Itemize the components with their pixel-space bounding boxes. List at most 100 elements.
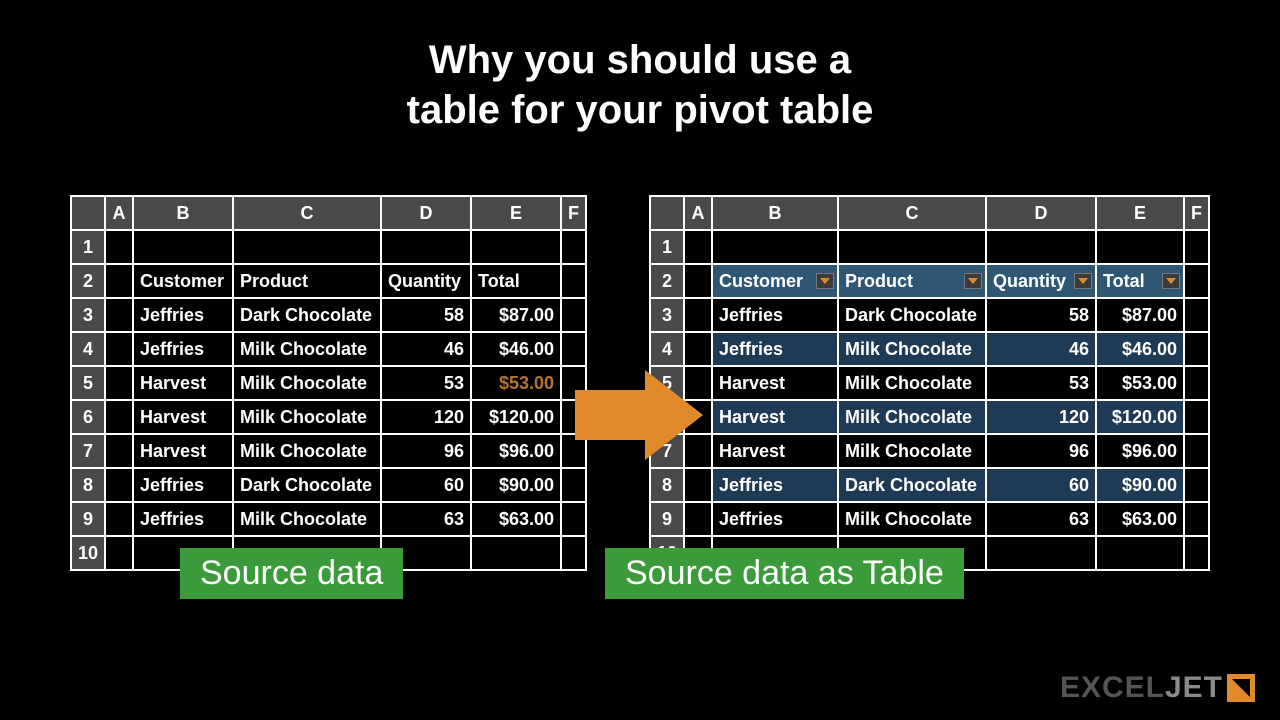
data-cell[interactable]: 58 bbox=[986, 298, 1096, 332]
data-cell[interactable]: Jeffries bbox=[133, 468, 233, 502]
row-header[interactable]: 1 bbox=[71, 230, 105, 264]
label-source-data: Source data bbox=[180, 548, 403, 599]
data-cell[interactable]: Harvest bbox=[133, 434, 233, 468]
col-header[interactable]: F bbox=[561, 196, 586, 230]
data-cell[interactable]: Jeffries bbox=[712, 502, 838, 536]
data-cell[interactable]: Harvest bbox=[712, 400, 838, 434]
table-header-customer[interactable]: Customer bbox=[712, 264, 838, 298]
data-cell[interactable]: Dark Chocolate bbox=[233, 468, 381, 502]
col-header[interactable]: E bbox=[471, 196, 561, 230]
row-header[interactable]: 2 bbox=[71, 264, 105, 298]
data-cell[interactable]: Harvest bbox=[712, 366, 838, 400]
data-cell[interactable]: $53.00 bbox=[471, 366, 561, 400]
row-header[interactable]: 1 bbox=[650, 230, 684, 264]
data-cell[interactable]: Milk Chocolate bbox=[233, 332, 381, 366]
table-header-product[interactable]: Product bbox=[838, 264, 986, 298]
data-cell[interactable]: Milk Chocolate bbox=[838, 434, 986, 468]
header-cell[interactable]: Quantity bbox=[381, 264, 471, 298]
data-cell[interactable]: 53 bbox=[381, 366, 471, 400]
data-cell[interactable]: Dark Chocolate bbox=[838, 298, 986, 332]
data-cell[interactable]: Harvest bbox=[712, 434, 838, 468]
data-cell[interactable]: 58 bbox=[381, 298, 471, 332]
data-cell[interactable]: 53 bbox=[986, 366, 1096, 400]
data-cell[interactable]: Milk Chocolate bbox=[838, 366, 986, 400]
col-header[interactable]: D bbox=[986, 196, 1096, 230]
data-cell[interactable]: $96.00 bbox=[471, 434, 561, 468]
col-header[interactable]: C bbox=[838, 196, 986, 230]
row-header[interactable]: 6 bbox=[71, 400, 105, 434]
logo-arrow-icon bbox=[1227, 674, 1255, 702]
col-header[interactable]: F bbox=[1184, 196, 1209, 230]
col-header[interactable]: E bbox=[1096, 196, 1184, 230]
data-cell[interactable]: Milk Chocolate bbox=[233, 502, 381, 536]
data-cell[interactable]: Jeffries bbox=[133, 502, 233, 536]
arrow-icon bbox=[575, 365, 705, 465]
data-cell[interactable]: 120 bbox=[381, 400, 471, 434]
data-cell[interactable]: Jeffries bbox=[712, 298, 838, 332]
row-header[interactable]: 8 bbox=[650, 468, 684, 502]
data-cell[interactable]: Jeffries bbox=[712, 468, 838, 502]
table-header-total[interactable]: Total bbox=[1096, 264, 1184, 298]
data-cell[interactable]: Milk Chocolate bbox=[838, 400, 986, 434]
data-cell[interactable]: Milk Chocolate bbox=[233, 366, 381, 400]
data-cell[interactable]: $90.00 bbox=[1096, 468, 1184, 502]
row-header[interactable]: 8 bbox=[71, 468, 105, 502]
data-cell[interactable]: Milk Chocolate bbox=[838, 502, 986, 536]
filter-dropdown-icon[interactable] bbox=[964, 273, 982, 289]
data-cell[interactable]: 63 bbox=[381, 502, 471, 536]
data-cell[interactable]: $53.00 bbox=[1096, 366, 1184, 400]
header-cell[interactable]: Total bbox=[471, 264, 561, 298]
data-cell[interactable]: $46.00 bbox=[1096, 332, 1184, 366]
data-cell[interactable]: Harvest bbox=[133, 400, 233, 434]
data-cell[interactable]: $63.00 bbox=[471, 502, 561, 536]
data-cell[interactable]: $96.00 bbox=[1096, 434, 1184, 468]
row-header[interactable]: 10 bbox=[71, 536, 105, 570]
row-header[interactable]: 2 bbox=[650, 264, 684, 298]
data-cell[interactable]: 96 bbox=[381, 434, 471, 468]
filter-dropdown-icon[interactable] bbox=[1162, 273, 1180, 289]
col-header[interactable]: D bbox=[381, 196, 471, 230]
col-header[interactable]: A bbox=[684, 196, 712, 230]
filter-dropdown-icon[interactable] bbox=[1074, 273, 1092, 289]
data-cell[interactable]: 96 bbox=[986, 434, 1096, 468]
data-cell[interactable]: Jeffries bbox=[133, 332, 233, 366]
data-cell[interactable]: $63.00 bbox=[1096, 502, 1184, 536]
data-cell[interactable]: Milk Chocolate bbox=[233, 400, 381, 434]
header-cell[interactable]: Product bbox=[233, 264, 381, 298]
row-header[interactable]: 3 bbox=[650, 298, 684, 332]
data-cell[interactable]: Jeffries bbox=[133, 298, 233, 332]
row-header[interactable]: 9 bbox=[71, 502, 105, 536]
exceljet-logo: EXCELJET bbox=[1060, 671, 1255, 705]
data-cell[interactable]: $87.00 bbox=[1096, 298, 1184, 332]
data-cell[interactable]: $120.00 bbox=[471, 400, 561, 434]
data-cell[interactable]: Milk Chocolate bbox=[233, 434, 381, 468]
row-header[interactable]: 4 bbox=[71, 332, 105, 366]
data-cell[interactable]: Jeffries bbox=[712, 332, 838, 366]
data-cell[interactable]: 120 bbox=[986, 400, 1096, 434]
row-header[interactable]: 9 bbox=[650, 502, 684, 536]
row-header[interactable]: 4 bbox=[650, 332, 684, 366]
row-header[interactable]: 7 bbox=[71, 434, 105, 468]
data-cell[interactable]: $120.00 bbox=[1096, 400, 1184, 434]
col-header[interactable]: B bbox=[133, 196, 233, 230]
row-header[interactable]: 3 bbox=[71, 298, 105, 332]
filter-dropdown-icon[interactable] bbox=[816, 273, 834, 289]
header-cell[interactable]: Customer bbox=[133, 264, 233, 298]
col-header[interactable]: B bbox=[712, 196, 838, 230]
col-header[interactable]: A bbox=[105, 196, 133, 230]
data-cell[interactable]: 63 bbox=[986, 502, 1096, 536]
table-header-quantity[interactable]: Quantity bbox=[986, 264, 1096, 298]
data-cell[interactable]: 60 bbox=[986, 468, 1096, 502]
data-cell[interactable]: $90.00 bbox=[471, 468, 561, 502]
data-cell[interactable]: Milk Chocolate bbox=[838, 332, 986, 366]
data-cell[interactable]: Dark Chocolate bbox=[838, 468, 986, 502]
data-cell[interactable]: 46 bbox=[986, 332, 1096, 366]
row-header[interactable]: 5 bbox=[71, 366, 105, 400]
col-header[interactable]: C bbox=[233, 196, 381, 230]
data-cell[interactable]: $46.00 bbox=[471, 332, 561, 366]
data-cell[interactable]: Harvest bbox=[133, 366, 233, 400]
data-cell[interactable]: 46 bbox=[381, 332, 471, 366]
data-cell[interactable]: 60 bbox=[381, 468, 471, 502]
data-cell[interactable]: Dark Chocolate bbox=[233, 298, 381, 332]
data-cell[interactable]: $87.00 bbox=[471, 298, 561, 332]
